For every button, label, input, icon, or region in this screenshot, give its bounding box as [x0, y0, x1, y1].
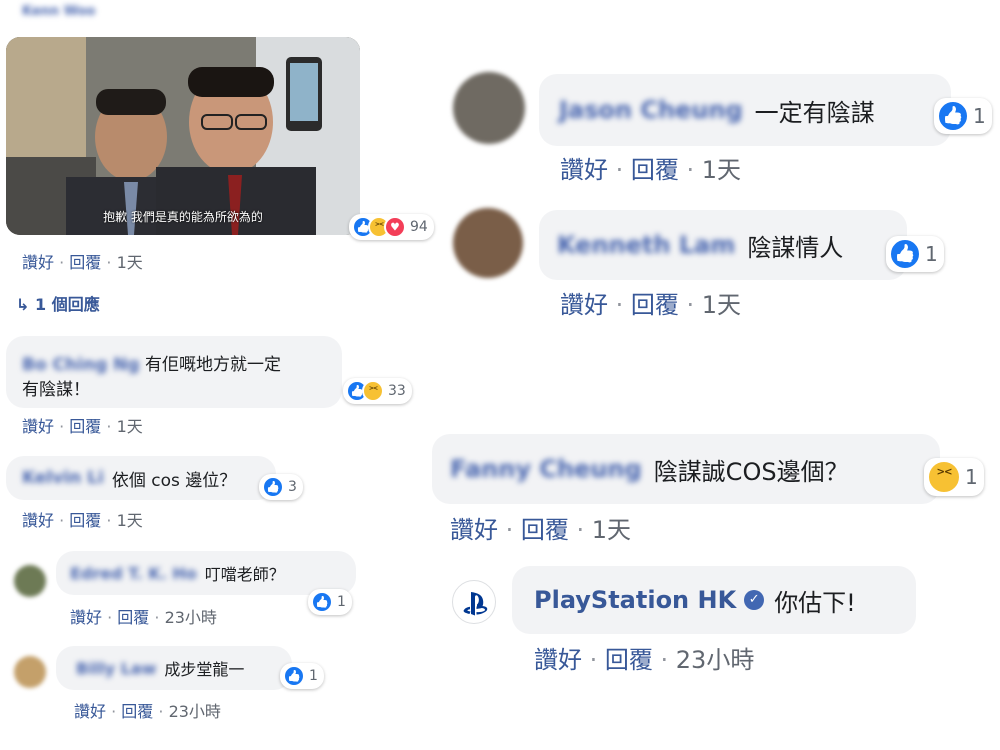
reaction-count: 94: [410, 219, 428, 235]
avatar[interactable]: [453, 72, 525, 144]
reaction-count: 33: [388, 383, 406, 399]
commenter-name[interactable]: Jason Cheung: [559, 96, 743, 124]
timestamp: 23小時: [168, 702, 221, 721]
haha-icon: [927, 460, 961, 494]
like-link[interactable]: 讚好: [70, 608, 102, 627]
like-link[interactable]: 讚好: [22, 511, 54, 530]
like-link[interactable]: 讚好: [22, 253, 54, 272]
reply-link[interactable]: 回覆: [631, 291, 679, 319]
haha-icon: [362, 380, 384, 402]
reply-link[interactable]: 回覆: [69, 511, 101, 530]
reaction-count: 1: [965, 465, 978, 489]
like-link[interactable]: 讚好: [450, 516, 498, 544]
comment-bubble[interactable]: Bo Ching Ng 有佢嘅地方就一定 有陰謀！: [6, 336, 342, 408]
reaction-summary[interactable]: 3: [259, 474, 303, 500]
reply-link[interactable]: 回覆: [631, 156, 679, 184]
comment-text: 依個 cos 邊位？: [111, 470, 237, 491]
commenter-name[interactable]: PlayStation HK: [534, 586, 736, 614]
timestamp: 23小時: [164, 608, 217, 627]
avatar[interactable]: [14, 565, 46, 597]
timestamp: 1天: [116, 417, 143, 436]
avatar[interactable]: [14, 656, 46, 688]
reaction-summary[interactable]: 1: [308, 589, 352, 615]
comment-text: 有佢嘅地方就一定: [144, 355, 281, 375]
reaction-count: 3: [288, 479, 297, 495]
commenter-name[interactable]: Billy Law: [76, 659, 156, 678]
comment-actions: 讚好 · 回覆 · 23小時: [534, 646, 755, 674]
comment-text: 有陰謀！: [22, 380, 90, 400]
like-icon: [311, 591, 333, 613]
reply-link[interactable]: 回覆: [521, 516, 569, 544]
like-link[interactable]: 讚好: [74, 702, 106, 721]
like-link[interactable]: 讚好: [560, 156, 608, 184]
reaction-summary[interactable]: 1: [934, 98, 992, 134]
timestamp: 1天: [116, 511, 143, 530]
playstation-logo-icon: [463, 592, 488, 616]
reaction-summary[interactable]: 33: [343, 378, 412, 404]
comment-text: 陰謀情人: [747, 233, 844, 262]
comment-actions: 讚好 · 回覆 · 1天: [22, 417, 143, 436]
reaction-summary[interactable]: 1: [886, 236, 944, 272]
reply-link[interactable]: 回覆: [605, 646, 653, 674]
comment-bubble[interactable]: Kenneth Lam 陰謀情人: [539, 210, 907, 280]
reaction-count: 1: [309, 668, 318, 684]
comment-text: 你估下!: [774, 588, 856, 617]
reaction-count: 1: [925, 242, 938, 266]
commenter-name[interactable]: Kenneth Lam: [557, 231, 735, 259]
like-icon: [262, 476, 284, 498]
replies-link[interactable]: ↳ 1 個回應: [16, 291, 100, 315]
photo-caption: 抱歉 我們是真的能為所欲為的: [103, 210, 263, 224]
comment-bubble[interactable]: Edred T. K. Ho 叮噹老師？: [56, 551, 356, 595]
comment-photo[interactable]: 抱歉 我們是真的能為所欲為的: [6, 37, 360, 235]
reaction-count: 1: [973, 104, 986, 128]
like-link[interactable]: 讚好: [22, 417, 54, 436]
comment-text: 陰謀誠COS邊個？: [653, 457, 849, 486]
reply-link[interactable]: 回覆: [69, 253, 101, 272]
playstation-avatar[interactable]: [452, 580, 496, 624]
comment-bubble[interactable]: Jason Cheung 一定有陰謀: [539, 74, 951, 146]
reply-link[interactable]: 回覆: [69, 417, 101, 436]
comment-bubble[interactable]: Fanny Cheung 陰謀誠COS邊個？: [432, 434, 940, 504]
like-link[interactable]: 讚好: [560, 291, 608, 319]
commenter-name[interactable]: Bo Ching Ng: [22, 355, 140, 375]
commenter-name[interactable]: Edred T. K. Ho: [70, 564, 197, 583]
comment-bubble[interactable]: PlayStation HK ✓ 你估下!: [512, 566, 916, 634]
reply-link[interactable]: 回覆: [121, 702, 153, 721]
reaction-count: 1: [337, 594, 346, 610]
reply-arrow-icon: ↳: [16, 295, 35, 314]
commenter-name[interactable]: Fanny Cheung: [450, 455, 642, 483]
avatar[interactable]: [453, 208, 523, 278]
comment-actions: 讚好 · 回覆 · 1天: [450, 516, 632, 544]
comment-actions: 讚好 · 回覆 · 23小時: [74, 702, 221, 721]
love-icon: [384, 216, 406, 238]
comment-actions: 讚好 · 回覆 · 1天: [560, 291, 742, 319]
reaction-summary[interactable]: 1: [924, 458, 984, 496]
like-icon: [937, 100, 969, 132]
like-link[interactable]: 讚好: [534, 646, 582, 674]
header-name[interactable]: Kenn Woo: [22, 4, 95, 19]
timestamp: 23小時: [675, 646, 755, 674]
timestamp: 1天: [701, 156, 742, 184]
timestamp: 1天: [116, 253, 143, 272]
reaction-summary[interactable]: 94: [349, 214, 434, 240]
timestamp: 1天: [591, 516, 632, 544]
like-icon: [889, 238, 921, 270]
comment-text: 一定有陰謀: [754, 98, 875, 127]
comment-actions: 讚好 · 回覆 · 23小時: [70, 608, 217, 627]
comment-actions: 讚好 · 回覆 · 1天: [22, 511, 143, 530]
verified-badge-icon: ✓: [744, 590, 765, 610]
comment-bubble[interactable]: Billy Law 成步堂龍一: [56, 646, 292, 690]
comment-bubble[interactable]: Kelvin Li 依個 cos 邊位？: [6, 456, 276, 500]
like-icon: [283, 665, 305, 687]
timestamp: 1天: [701, 291, 742, 319]
reply-link[interactable]: 回覆: [117, 608, 149, 627]
comment-actions: 讚好 · 回覆 · 1天: [560, 156, 742, 184]
photo-scene: [6, 37, 360, 235]
comment-actions: 讚好 · 回覆 · 1天: [22, 253, 143, 272]
comment-text: 叮噹老師？: [204, 565, 285, 584]
reaction-summary[interactable]: 1: [280, 663, 324, 689]
comment-text: 成步堂龍一: [164, 660, 245, 679]
commenter-name[interactable]: Kelvin Li: [22, 468, 104, 488]
